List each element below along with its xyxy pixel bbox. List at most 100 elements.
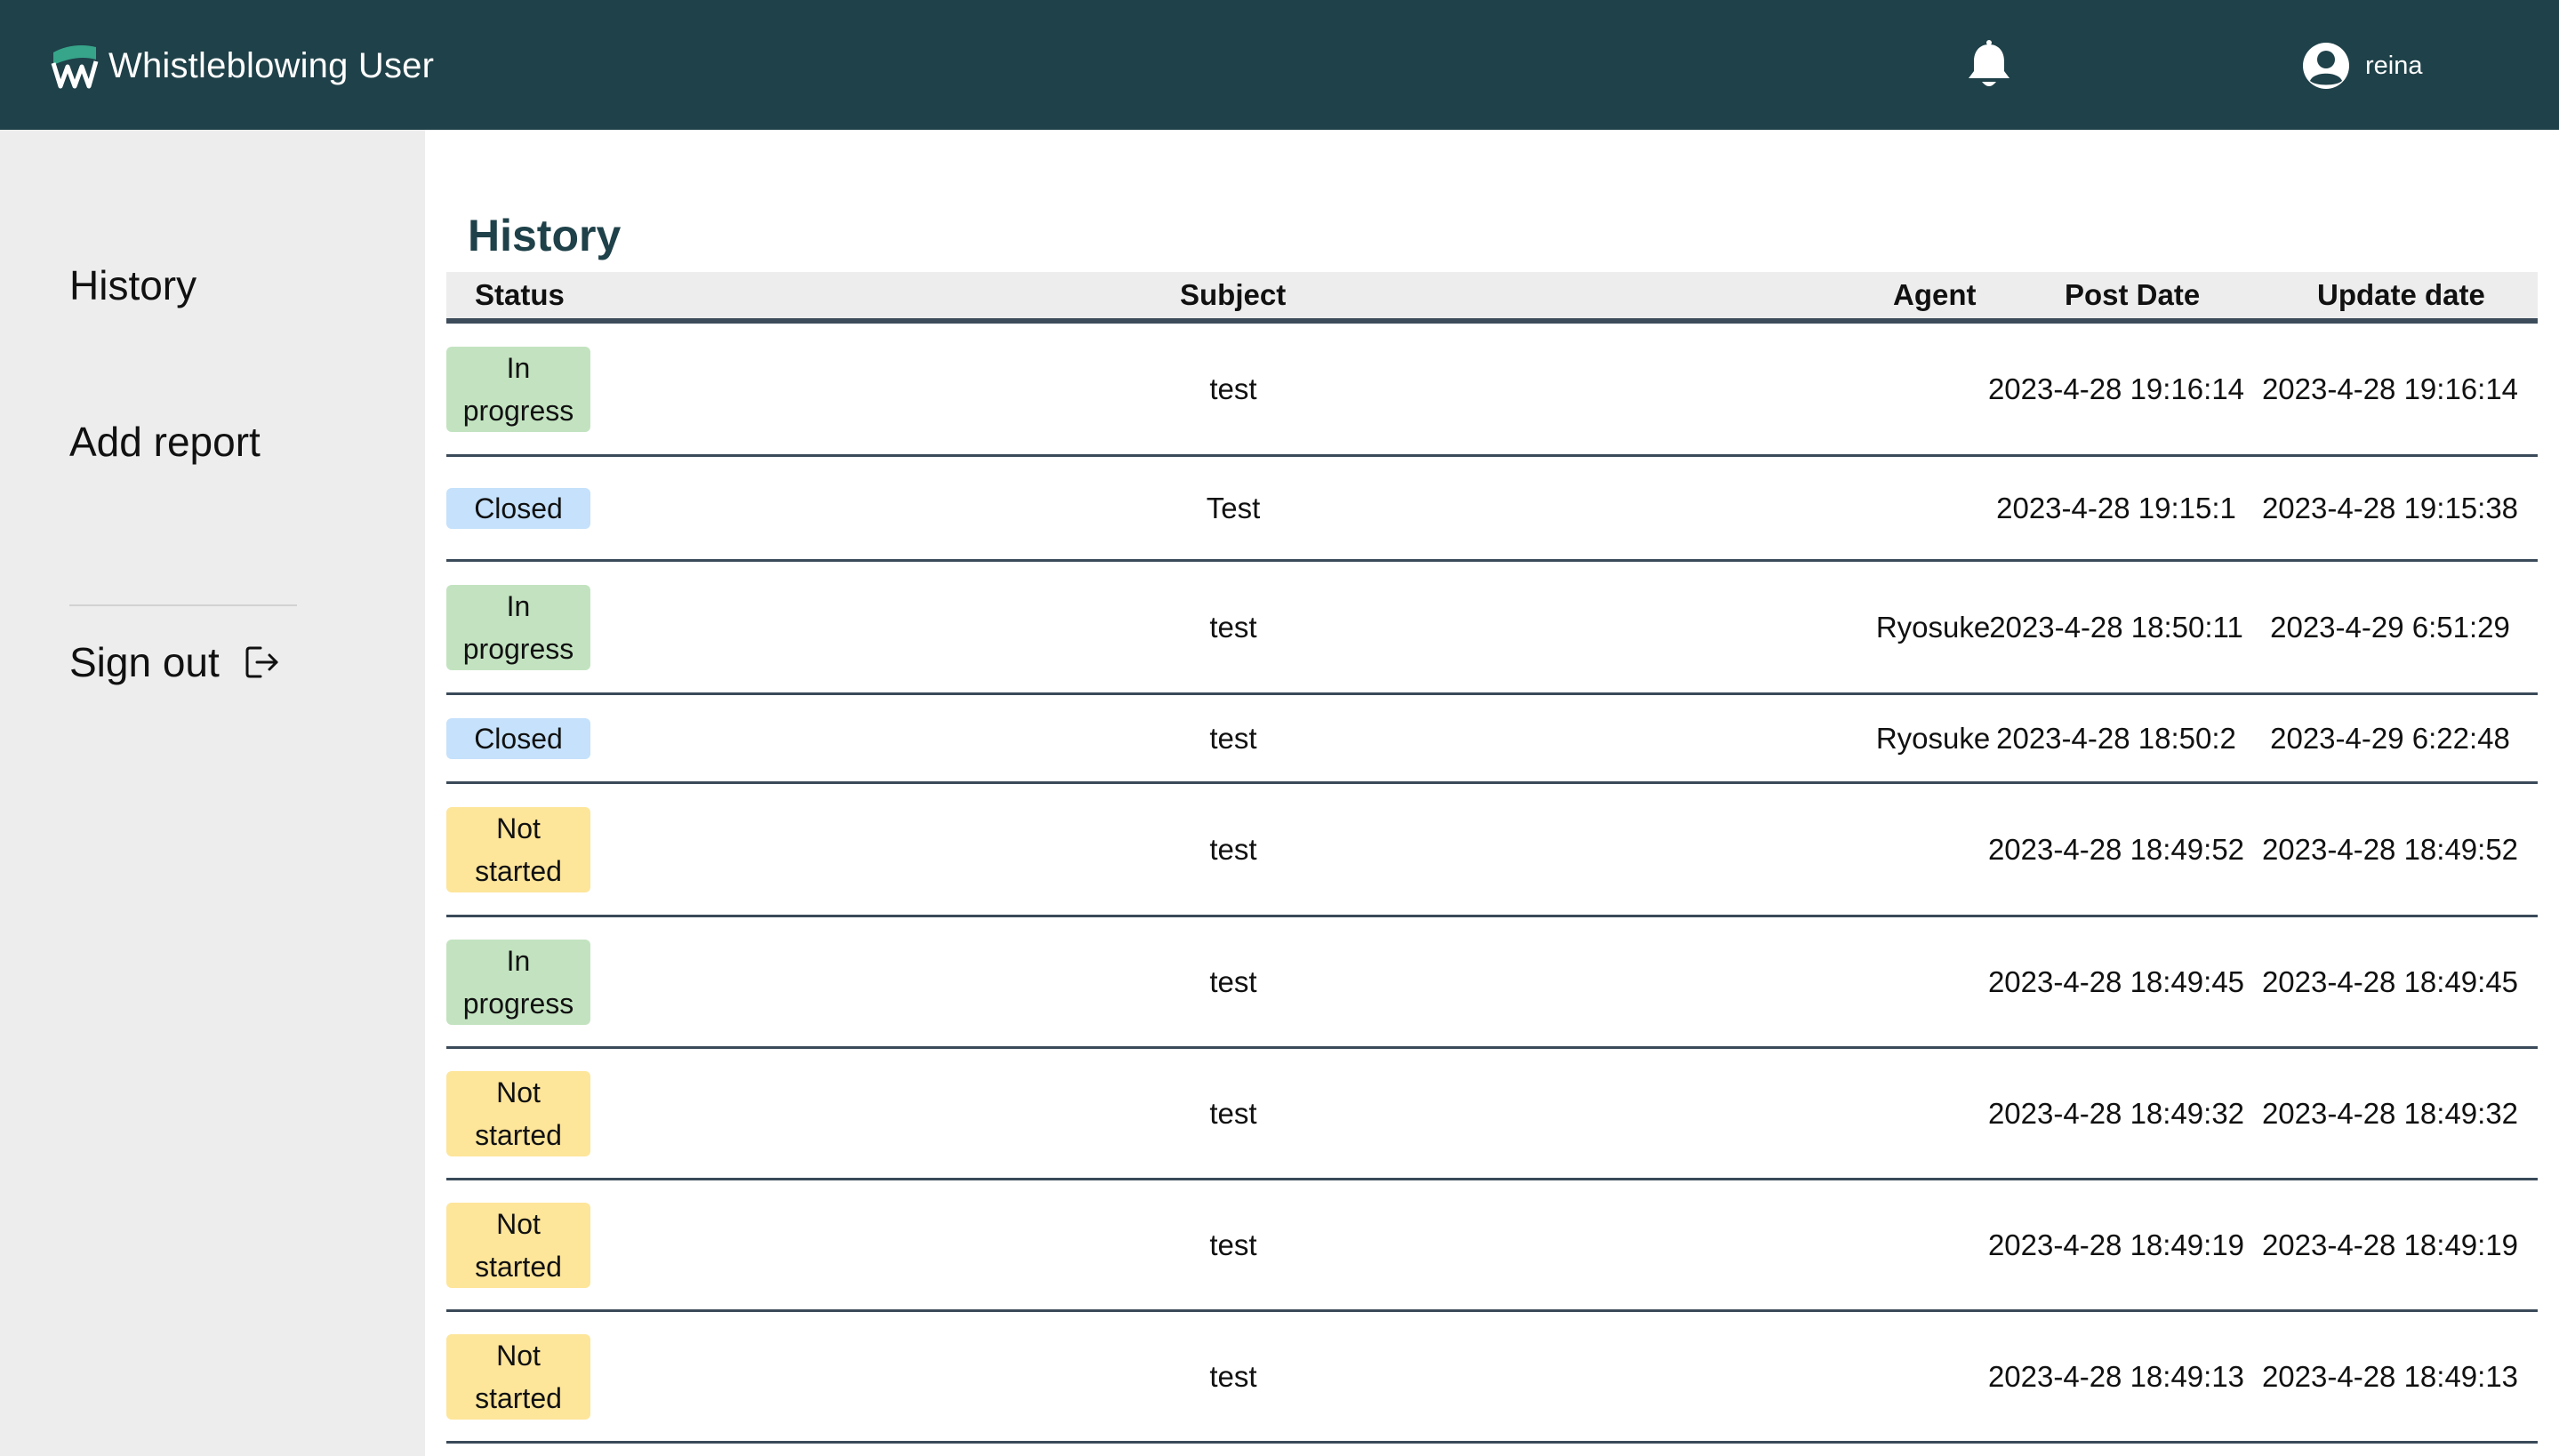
update-date-text: 2023-4-28 18:49:52 bbox=[2261, 832, 2519, 866]
subject-text-cell: test bbox=[980, 1049, 1487, 1178]
status-cell: In progress bbox=[446, 562, 592, 692]
history-table: Status Subject Agent Post Date Update da… bbox=[446, 272, 2538, 1444]
update-date-text: 2023-4-29 6:51:29 bbox=[2270, 610, 2510, 644]
whistleblowing-logo-icon bbox=[51, 45, 99, 89]
user-menu[interactable]: reina bbox=[2301, 39, 2423, 92]
agent-text-cell bbox=[1887, 784, 1979, 915]
post-date-text-cell: 2023-4-28 19:15:1 bbox=[1983, 457, 2250, 559]
column-header-agent: Agent bbox=[1893, 278, 1977, 311]
update-date-text-cell: 2023-4-28 18:49:32 bbox=[2257, 1049, 2523, 1178]
update-date-text: 2023-4-28 18:49:45 bbox=[2261, 964, 2519, 998]
update-date-text: 2023-4-29 6:22:48 bbox=[2270, 721, 2510, 755]
subject-text: test bbox=[1209, 372, 1257, 405]
table-row[interactable]: Not started test 2023-4-28 18:49:19 2023-4-… bbox=[446, 1180, 2538, 1312]
subject-text: test bbox=[1209, 1228, 1257, 1261]
post-date-text-cell: 2023-4-28 18:49:13 bbox=[1983, 1312, 2250, 1441]
update-date-text-cell: 2023-4-28 19:16:14 bbox=[2257, 324, 2523, 454]
status-cell: In progress bbox=[446, 917, 592, 1046]
sidebar-item-history[interactable]: History bbox=[69, 261, 197, 309]
status-badge[interactable]: Closed bbox=[446, 717, 590, 759]
post-date-text: 2023-4-28 18:49:32 bbox=[1987, 1096, 2245, 1130]
update-date-text: 2023-4-28 18:49:19 bbox=[2261, 1228, 2519, 1261]
table-row[interactable]: In progress test 2023-4-28 18:49:45 2023-4-… bbox=[446, 917, 2538, 1049]
agent-text-cell bbox=[1887, 1312, 1979, 1441]
status-badge[interactable]: Not started bbox=[446, 1070, 590, 1156]
sign-out-icon bbox=[245, 646, 278, 678]
status-cell: Closed bbox=[446, 457, 592, 559]
post-date-text-cell: 2023-4-28 19:16:14 bbox=[1983, 324, 2250, 454]
bell-icon[interactable] bbox=[1963, 39, 2015, 92]
sidebar-item-add-report[interactable]: Add report bbox=[69, 418, 261, 466]
update-date-text-cell: 2023-4-29 6:51:29 bbox=[2257, 562, 2523, 692]
table-row[interactable]: Closed Test 2023-4-28 19:15:1 2023-4-28 19:… bbox=[446, 457, 2538, 562]
update-date-text-cell: 2023-4-28 18:49:19 bbox=[2257, 1180, 2523, 1309]
subject-text: test bbox=[1209, 1096, 1257, 1130]
post-date-text: 2023-4-28 18:50:2 bbox=[1996, 721, 2236, 755]
column-header-update-date: Update date bbox=[2317, 278, 2485, 311]
update-date-text-cell: 2023-4-28 18:49:52 bbox=[2257, 784, 2523, 915]
table-row[interactable]: Not started test 2023-4-28 18:49:13 2023-4-… bbox=[446, 1312, 2538, 1444]
sidebar-divider bbox=[69, 604, 297, 606]
app-title: Whistleblowing User bbox=[108, 45, 435, 85]
user-circle-icon bbox=[2303, 43, 2349, 89]
agent-text-cell: Ryosuke bbox=[1876, 562, 1990, 692]
status-badge[interactable]: Closed bbox=[446, 487, 590, 529]
status-cell: Not started bbox=[446, 1312, 592, 1441]
subject-text: Test bbox=[1206, 491, 1261, 524]
status-badge[interactable]: In progress bbox=[446, 346, 590, 432]
column-header-subject: Subject bbox=[1180, 278, 1287, 311]
sign-out-button[interactable]: Sign out bbox=[69, 638, 280, 686]
post-date-text-cell: 2023-4-28 18:50:11 bbox=[1983, 562, 2250, 692]
subject-text: test bbox=[1209, 1359, 1257, 1393]
post-date-text: 2023-4-28 19:15:1 bbox=[1996, 491, 2236, 524]
username: reina bbox=[2365, 51, 2423, 80]
status-badge[interactable]: Not started bbox=[446, 1333, 590, 1420]
table-body: In progress test 2023-4-28 19:16:14 2023-4-… bbox=[446, 324, 2538, 1444]
agent-text-cell bbox=[1887, 1180, 1979, 1309]
update-date-text: 2023-4-28 19:15:38 bbox=[2261, 491, 2519, 524]
agent-text: Ryosuke bbox=[1875, 610, 1991, 644]
table-row[interactable]: In progress test 2023-4-28 19:16:14 2023-4-… bbox=[446, 324, 2538, 457]
status-badge[interactable]: In progress bbox=[446, 584, 590, 670]
post-date-text-cell: 2023-4-28 18:49:32 bbox=[1983, 1049, 2250, 1178]
status-badge[interactable]: Not started bbox=[446, 806, 590, 892]
status-badge[interactable]: Not started bbox=[446, 1202, 590, 1288]
subject-text: test bbox=[1209, 721, 1257, 755]
update-date-text: 2023-4-28 19:16:14 bbox=[2261, 372, 2519, 405]
agent-text-cell bbox=[1887, 917, 1979, 1046]
table-row[interactable]: In progress test Ryosuke 2023-4-28 18:50:11… bbox=[446, 562, 2538, 695]
column-header-post-date: Post Date bbox=[2065, 278, 2201, 311]
post-date-text: 2023-4-28 18:49:45 bbox=[1987, 964, 2245, 998]
post-date-text-cell: 2023-4-28 18:49:45 bbox=[1983, 917, 2250, 1046]
subject-text-cell: test bbox=[980, 784, 1487, 915]
post-date-text: 2023-4-28 18:49:13 bbox=[1987, 1359, 2245, 1393]
table-header: Status Subject Agent Post Date Update da… bbox=[446, 272, 2538, 324]
subject-text-cell: test bbox=[980, 324, 1487, 454]
brand[interactable]: Whistleblowing User bbox=[50, 34, 434, 98]
status-cell: Closed bbox=[446, 695, 592, 781]
status-badge[interactable]: In progress bbox=[446, 939, 590, 1025]
agent-text-cell: Ryosuke bbox=[1876, 695, 1990, 781]
post-date-text-cell: 2023-4-28 18:50:2 bbox=[1983, 695, 2250, 781]
update-date-text-cell: 2023-4-29 6:22:48 bbox=[2257, 695, 2523, 781]
sign-out-label: Sign out bbox=[69, 639, 220, 685]
sidebar: History Add report Sign out bbox=[0, 130, 425, 1456]
post-date-text: 2023-4-28 18:49:19 bbox=[1987, 1228, 2245, 1261]
subject-text: test bbox=[1209, 610, 1257, 644]
subject-text-cell: Test bbox=[980, 457, 1487, 559]
update-date-text-cell: 2023-4-28 18:49:13 bbox=[2257, 1312, 2523, 1441]
table-row[interactable]: Not started test 2023-4-28 18:49:52 2023-4-… bbox=[446, 784, 2538, 917]
subject-text-cell: test bbox=[980, 1312, 1487, 1441]
post-date-text: 2023-4-28 18:50:11 bbox=[1989, 610, 2243, 644]
subject-text-cell: test bbox=[980, 562, 1487, 692]
agent-text-cell bbox=[1887, 324, 1979, 454]
table-row[interactable]: Closed test Ryosuke 2023-4-28 18:50:2 2023-4… bbox=[446, 695, 2538, 784]
post-date-text-cell: 2023-4-28 18:49:19 bbox=[1983, 1180, 2250, 1309]
update-date-text-cell: 2023-4-28 18:49:45 bbox=[2257, 917, 2523, 1046]
table-row[interactable]: Not started test 2023-4-28 18:49:32 2023-4-… bbox=[446, 1049, 2538, 1180]
top-navbar: Whistleblowing User reina bbox=[0, 0, 2559, 130]
subject-text: test bbox=[1209, 964, 1257, 998]
main-content: History Status Subject Agent Post Date U… bbox=[425, 130, 2559, 1456]
update-date-text: 2023-4-28 18:49:32 bbox=[2261, 1096, 2519, 1130]
subject-text: test bbox=[1209, 832, 1257, 866]
